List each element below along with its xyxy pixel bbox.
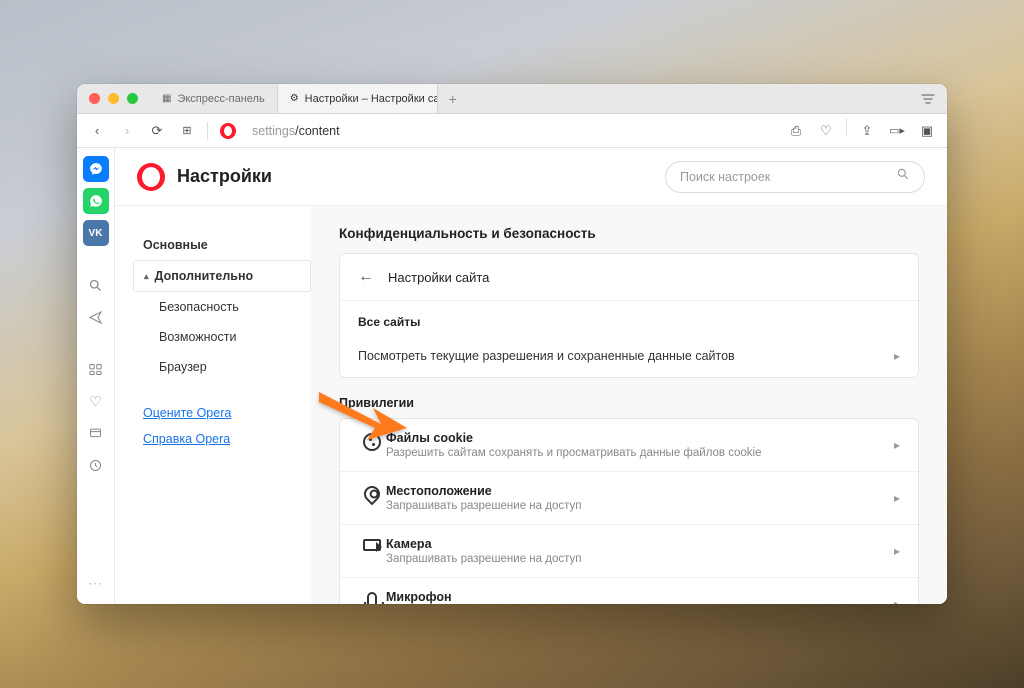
opera-logo-icon xyxy=(137,163,165,191)
minimize-window[interactable] xyxy=(108,93,119,104)
nav-basic[interactable]: Основные xyxy=(133,230,311,260)
chevron-right-icon: ▸ xyxy=(894,349,900,363)
location-icon xyxy=(358,486,386,502)
address-bar: ‹ › ⟳ ⊞ settings/content ⎙ ♡ ⇪ ▭▸ ▣ xyxy=(77,114,947,148)
chevron-right-icon: ▸ xyxy=(894,438,900,452)
back-button[interactable]: ‹ xyxy=(83,118,111,144)
divider xyxy=(846,118,847,136)
messenger-icon[interactable] xyxy=(83,156,109,182)
section-privacy-title: Конфиденциальность и безопасность xyxy=(339,226,919,241)
card-privileges: Файлы cookie Разрешить сайтам сохранять … xyxy=(339,418,919,604)
perm-title: Камера xyxy=(386,537,894,551)
nav-rate-opera[interactable]: Оцените Opera xyxy=(133,400,311,426)
card-site-settings: ← Настройки сайта Все сайты Посмотреть т… xyxy=(339,253,919,378)
perm-camera[interactable]: Камера Запрашивать разрешение на доступ … xyxy=(340,525,918,578)
cookie-icon xyxy=(358,433,386,451)
grid-icon: ▦ xyxy=(162,93,171,104)
settings-search[interactable] xyxy=(665,161,925,193)
nav-label: Основные xyxy=(143,238,208,252)
chevron-up-icon: ▴ xyxy=(144,271,149,282)
maximize-window[interactable] xyxy=(127,93,138,104)
perm-microphone[interactable]: Микрофон Запрашивать разрешение на досту… xyxy=(340,578,918,604)
microphone-icon xyxy=(358,592,386,604)
whatsapp-icon[interactable] xyxy=(83,188,109,214)
snapshot-icon[interactable]: ⎙ xyxy=(782,118,810,144)
nav-features[interactable]: Возможности xyxy=(149,322,311,352)
url-origin: settings xyxy=(252,124,295,138)
perm-title: Микрофон xyxy=(386,590,894,604)
bookmarks-sidebar-icon[interactable]: ♡ xyxy=(83,388,109,414)
window-controls xyxy=(77,84,150,113)
nav-security[interactable]: Безопасность xyxy=(149,292,311,322)
easy-setup-icon[interactable] xyxy=(909,84,947,113)
tab-speed-dial[interactable]: ▦ Экспресс-панель xyxy=(150,84,278,113)
row-text: Посмотреть текущие разрешения и сохранен… xyxy=(358,349,735,363)
url-field[interactable]: settings/content xyxy=(244,124,780,138)
bookmark-icon[interactable]: ♡ xyxy=(812,118,840,144)
tab-settings[interactable]: ⚙ Настройки – Настройки сай xyxy=(278,84,438,113)
nav-label: Браузер xyxy=(159,360,207,374)
browser-window: ▦ Экспресс-панель ⚙ Настройки – Настройк… xyxy=(77,84,947,604)
subhead-privileges: Привилегии xyxy=(339,396,919,410)
nav-label: Дополнительно xyxy=(155,269,254,283)
row-view-permissions[interactable]: Посмотреть текущие разрешения и сохранен… xyxy=(340,335,918,377)
nav-help-opera[interactable]: Справка Opera xyxy=(133,426,311,452)
arrow-left-icon: ← xyxy=(358,268,374,286)
close-window[interactable] xyxy=(89,93,100,104)
nav-browser[interactable]: Браузер xyxy=(149,352,311,382)
history-sidebar-icon[interactable] xyxy=(83,452,109,478)
chevron-right-icon: ▸ xyxy=(894,597,900,604)
site-info-icon[interactable] xyxy=(214,118,242,144)
perm-desc: Запрашивать разрешение на доступ xyxy=(386,500,894,512)
perm-title: Местоположение xyxy=(386,484,894,498)
nav-label: Возможности xyxy=(159,330,236,344)
tab-label: Экспресс-панель xyxy=(177,93,264,105)
settings-panel: Конфиденциальность и безопасность ← Наст… xyxy=(311,206,947,604)
tab-label: Настройки – Настройки сай xyxy=(305,93,438,105)
extensions-icon[interactable]: ▣ xyxy=(913,118,941,144)
nav-label: Безопасность xyxy=(159,300,239,314)
battery-icon[interactable]: ▭▸ xyxy=(883,118,911,144)
subhead-all-sites: Все сайты xyxy=(340,301,918,335)
speed-dial-button[interactable]: ⊞ xyxy=(173,118,201,144)
reload-button[interactable]: ⟳ xyxy=(143,118,171,144)
send-sidebar-icon[interactable] xyxy=(83,304,109,330)
perm-title: Файлы cookie xyxy=(386,431,894,445)
chevron-right-icon: ▸ xyxy=(894,491,900,505)
search-input[interactable] xyxy=(680,170,896,184)
tabs-sidebar-icon[interactable] xyxy=(83,420,109,446)
gear-icon: ⚙ xyxy=(290,93,299,104)
left-sidebar: VK ♡ ⋯ xyxy=(77,148,115,604)
vk-icon[interactable]: VK xyxy=(83,220,109,246)
perm-desc: Запрашивать разрешение на доступ xyxy=(386,553,894,565)
page-title: Настройки xyxy=(177,166,272,187)
sidebar-more-icon[interactable]: ⋯ xyxy=(88,575,103,592)
perm-location[interactable]: Местоположение Запрашивать разрешение на… xyxy=(340,472,918,525)
camera-icon xyxy=(358,539,386,551)
forward-button[interactable]: › xyxy=(113,118,141,144)
nav-advanced[interactable]: ▴ Дополнительно xyxy=(133,260,311,292)
perm-cookies[interactable]: Файлы cookie Разрешить сайтам сохранять … xyxy=(340,419,918,472)
search-sidebar-icon[interactable] xyxy=(83,272,109,298)
share-icon[interactable]: ⇪ xyxy=(853,118,881,144)
perm-desc: Разрешить сайтам сохранять и просматрива… xyxy=(386,447,894,459)
url-path: /content xyxy=(295,124,339,138)
settings-nav: Основные ▴ Дополнительно Безопасность Во… xyxy=(115,206,311,604)
chevron-right-icon: ▸ xyxy=(894,544,900,558)
tab-strip: ▦ Экспресс-панель ⚙ Настройки – Настройк… xyxy=(77,84,947,114)
personal-news-icon[interactable] xyxy=(83,356,109,382)
search-icon xyxy=(896,167,910,186)
row-site-settings-back[interactable]: ← Настройки сайта xyxy=(340,254,918,301)
new-tab-button[interactable]: + xyxy=(438,84,468,113)
divider xyxy=(207,122,208,140)
row-title: Настройки сайта xyxy=(388,270,489,285)
settings-header: Настройки xyxy=(115,148,947,206)
